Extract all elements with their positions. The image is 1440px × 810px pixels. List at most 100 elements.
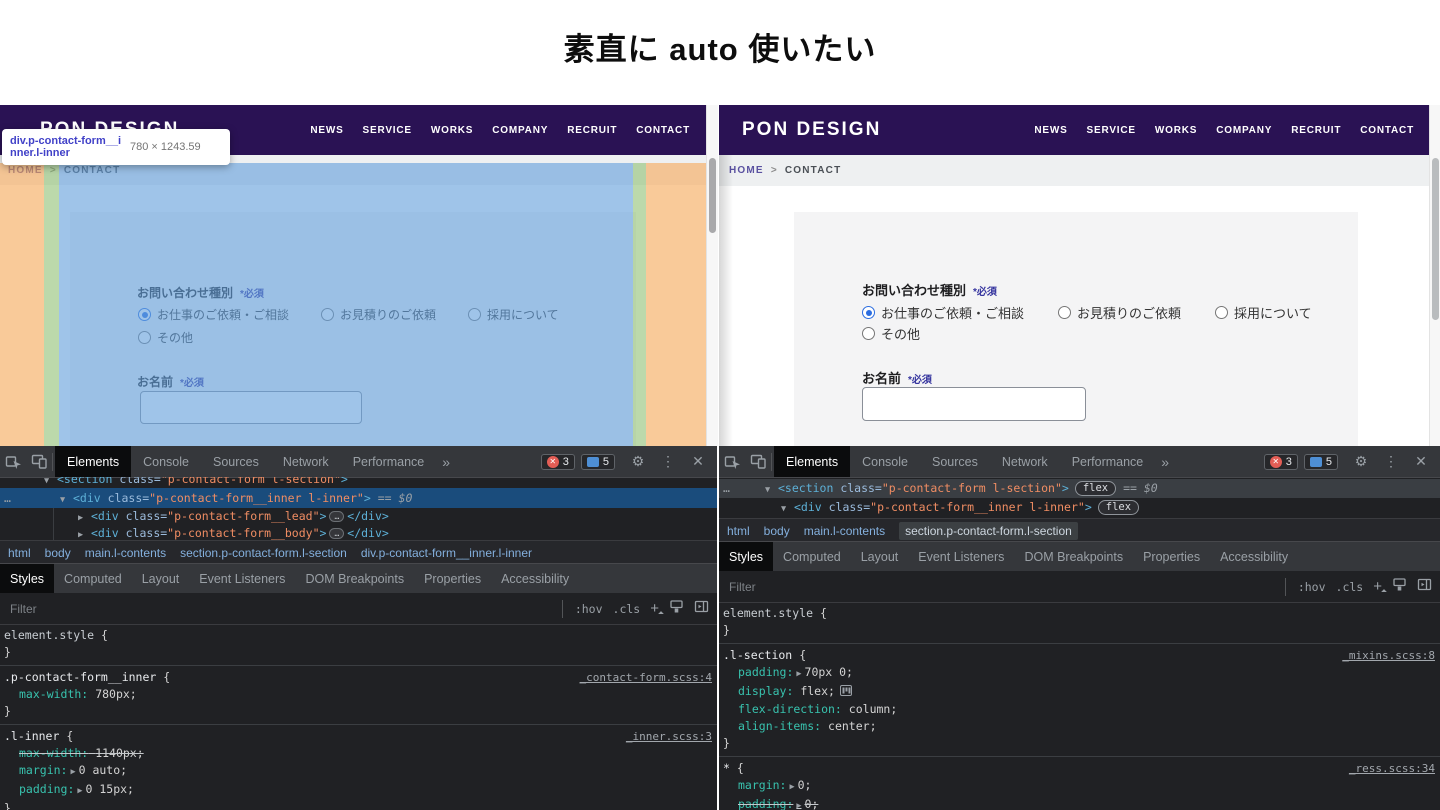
rule-element-style[interactable]: element.style { } bbox=[0, 624, 717, 666]
collapsed-content-icon[interactable]: … bbox=[329, 511, 345, 522]
new-style-rule-icon[interactable]: + bbox=[650, 600, 659, 617]
name-input[interactable] bbox=[140, 391, 362, 424]
toggle-hover-state[interactable]: :hov bbox=[575, 602, 603, 616]
radio-work-request[interactable] bbox=[862, 306, 875, 319]
tab-computed[interactable]: Computed bbox=[54, 564, 132, 593]
flex-editor-icon[interactable] bbox=[839, 684, 852, 701]
dom-row-body-div[interactable]: ▶ <div class="p-contact-form__body">… </di… bbox=[0, 525, 717, 541]
tab-elements[interactable]: Elements bbox=[774, 446, 851, 477]
nav-item-service[interactable]: SERVICE bbox=[1087, 125, 1136, 136]
nav-item-news[interactable]: NEWS bbox=[1034, 125, 1067, 136]
rule-universal[interactable]: _ress.scss:34 * { margin: ▶ 0; padding: ▶ 0; … bbox=[719, 757, 1440, 810]
site-logo[interactable]: PON DESIGN bbox=[742, 119, 881, 141]
tab-network[interactable]: Network bbox=[990, 446, 1060, 477]
tab-dom-breakpoints[interactable]: DOM Breakpoints bbox=[1014, 542, 1133, 571]
node-options-dots[interactable]: … bbox=[723, 479, 731, 498]
nav-item-recruit[interactable]: RECRUIT bbox=[567, 125, 617, 136]
tab-styles[interactable]: Styles bbox=[719, 542, 774, 571]
tab-console[interactable]: Console bbox=[131, 446, 201, 477]
tab-console[interactable]: Console bbox=[850, 446, 920, 477]
styles-filter-input[interactable] bbox=[727, 578, 1285, 595]
tab-event-listeners[interactable]: Event Listeners bbox=[189, 564, 295, 593]
new-style-rule-icon[interactable]: + bbox=[1373, 578, 1382, 595]
overridden-property[interactable]: padding: ▶ 0; bbox=[723, 796, 1440, 810]
tab-event-listeners[interactable]: Event Listeners bbox=[908, 542, 1014, 571]
radio-work-request[interactable] bbox=[138, 308, 151, 321]
device-toolbar-icon[interactable] bbox=[745, 449, 771, 475]
source-link[interactable]: _mixins.scss:8 bbox=[1342, 647, 1435, 664]
source-link[interactable]: _inner.scss:3 bbox=[626, 728, 712, 745]
nav-item-contact[interactable]: CONTACT bbox=[636, 125, 690, 136]
more-tabs-icon[interactable]: » bbox=[436, 454, 456, 470]
crumb-main[interactable]: main.l-contents bbox=[85, 546, 166, 560]
nav-item-news[interactable]: NEWS bbox=[310, 125, 343, 136]
kebab-menu-icon[interactable]: ⋮ bbox=[1378, 449, 1404, 475]
tab-properties[interactable]: Properties bbox=[1133, 542, 1210, 571]
crumb-body[interactable]: body bbox=[45, 546, 71, 560]
styles-filter-input[interactable] bbox=[8, 600, 562, 617]
radio-estimate[interactable] bbox=[321, 308, 335, 321]
toggle-sidebar-icon[interactable] bbox=[1417, 577, 1432, 597]
rendering-emulation-icon[interactable] bbox=[669, 599, 684, 619]
flex-badge[interactable]: flex bbox=[1097, 500, 1140, 515]
crumb-inner-div[interactable]: div.p-contact-form__inner.l-inner bbox=[361, 546, 532, 560]
crumb-main[interactable]: main.l-contents bbox=[804, 524, 885, 538]
radio-estimate[interactable] bbox=[1058, 306, 1072, 319]
crumb-section[interactable]: section.p-contact-form.l-section bbox=[899, 521, 1078, 540]
rule-l-inner[interactable]: _inner.scss:3 .l-inner { max-width: 1140p… bbox=[0, 725, 717, 810]
radio-recruit[interactable] bbox=[1215, 306, 1229, 319]
settings-gear-icon[interactable]: ⚙ bbox=[625, 449, 651, 475]
crumb-body[interactable]: body bbox=[764, 524, 790, 538]
expand-shorthand-icon[interactable]: ▶ bbox=[77, 786, 82, 796]
expand-arrow-icon[interactable]: ▼ bbox=[781, 500, 794, 519]
dom-row-inner-div[interactable]: ▼ <div class="p-contact-form__inner l-inn… bbox=[719, 498, 1440, 517]
toggle-element-classes[interactable]: .cls bbox=[613, 602, 641, 616]
left-page-scrollbar[interactable] bbox=[706, 105, 718, 446]
tab-dom-breakpoints[interactable]: DOM Breakpoints bbox=[295, 564, 414, 593]
message-count-badge[interactable]: 5 bbox=[580, 453, 615, 470]
tab-network[interactable]: Network bbox=[271, 446, 341, 477]
rule-l-section[interactable]: _mixins.scss:8 .l-section { padding: ▶ 70px… bbox=[719, 644, 1440, 757]
nav-item-works[interactable]: WORKS bbox=[431, 125, 473, 136]
source-link[interactable]: _ress.scss:34 bbox=[1349, 760, 1435, 777]
tab-sources[interactable]: Sources bbox=[920, 446, 990, 477]
expand-arrow-icon[interactable]: ▼ bbox=[60, 490, 73, 510]
tab-elements[interactable]: Elements bbox=[55, 446, 132, 477]
dom-row-section-clipped[interactable]: ▼ <section class="p-contact-form l-sectio… bbox=[0, 477, 717, 488]
inspect-element-icon[interactable] bbox=[0, 449, 26, 475]
close-devtools-icon[interactable]: ✕ bbox=[1408, 449, 1434, 475]
name-input[interactable] bbox=[862, 387, 1086, 421]
expand-arrow-icon[interactable]: ▼ bbox=[44, 477, 57, 488]
left-scrollbar-thumb[interactable] bbox=[709, 158, 716, 233]
collapsed-content-icon[interactable]: … bbox=[329, 528, 345, 539]
tab-styles[interactable]: Styles bbox=[0, 564, 55, 593]
nav-item-company[interactable]: COMPANY bbox=[1216, 125, 1272, 136]
radio-other[interactable] bbox=[138, 331, 151, 344]
crumb-section[interactable]: section.p-contact-form.l-section bbox=[180, 546, 347, 560]
close-devtools-icon[interactable]: ✕ bbox=[685, 449, 711, 475]
breadcrumb-home-link[interactable]: HOME bbox=[729, 165, 764, 176]
toggle-element-classes[interactable]: .cls bbox=[1336, 580, 1364, 594]
overridden-property[interactable]: max-width: 1140px; bbox=[4, 745, 717, 762]
error-count-badge[interactable]: ✕ 3 bbox=[540, 453, 575, 470]
toggle-hover-state[interactable]: :hov bbox=[1298, 580, 1326, 594]
expand-shorthand-icon[interactable]: ▶ bbox=[789, 782, 794, 792]
nav-item-company[interactable]: COMPANY bbox=[492, 125, 548, 136]
dom-row-lead-div[interactable]: ▶ <div class="p-contact-form__lead">… </di… bbox=[0, 508, 717, 525]
radio-recruit[interactable] bbox=[468, 308, 482, 321]
rule-p-contact-form-inner[interactable]: _contact-form.scss:4 .p-contact-form__inn… bbox=[0, 666, 717, 725]
more-tabs-icon[interactable]: » bbox=[1155, 454, 1175, 470]
breadcrumb-home-link[interactable]: HOME bbox=[8, 165, 43, 176]
device-toolbar-icon[interactable] bbox=[26, 449, 52, 475]
nav-item-contact[interactable]: CONTACT bbox=[1360, 125, 1414, 136]
tab-performance[interactable]: Performance bbox=[341, 446, 437, 477]
message-count-badge[interactable]: 5 bbox=[1303, 453, 1338, 470]
tab-accessibility[interactable]: Accessibility bbox=[1210, 542, 1298, 571]
dom-row-section-selected[interactable]: … ▼ <section class="p-contact-form l-sect… bbox=[719, 479, 1440, 498]
tab-sources[interactable]: Sources bbox=[201, 446, 271, 477]
node-options-dots[interactable]: … bbox=[4, 488, 12, 508]
nav-item-works[interactable]: WORKS bbox=[1155, 125, 1197, 136]
kebab-menu-icon[interactable]: ⋮ bbox=[655, 449, 681, 475]
right-page-scrollbar[interactable] bbox=[1429, 105, 1440, 446]
rendering-emulation-icon[interactable] bbox=[1392, 577, 1407, 597]
